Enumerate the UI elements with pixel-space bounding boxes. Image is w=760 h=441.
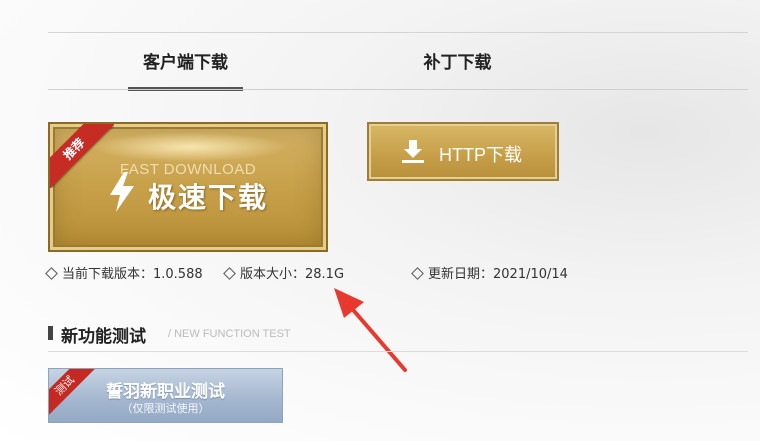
date-text: 更新日期：2021/10/14 [428, 267, 568, 282]
fast-download-label: 极速下载 [148, 181, 269, 214]
diamond-icon [45, 267, 58, 280]
section-divider [48, 351, 748, 352]
tabs-divider [48, 89, 748, 90]
button-sheen [90, 132, 290, 162]
recommend-ribbon: 推荐 [50, 124, 114, 188]
section-marker [48, 326, 53, 340]
download-icon [402, 140, 424, 163]
http-download-button[interactable]: HTTP下载 [367, 122, 559, 181]
section-title: 新功能测试 [61, 327, 146, 347]
diamond-icon [411, 267, 424, 280]
annotation-arrow [334, 288, 407, 372]
diamond-icon [223, 267, 236, 280]
test-button-title: 誓羽新职业测试 [106, 382, 225, 402]
version-text: 当前下载版本：1.0.588 [62, 267, 203, 282]
fast-download-button[interactable]: 推荐 FAST DOWNLOAD 极速下载 [48, 122, 328, 252]
date-info: 更新日期：2021/10/14 [411, 263, 568, 282]
new-job-test-button[interactable]: 测试 誓羽新职业测试 （仅限测试使用） [48, 368, 283, 423]
test-button-note: （仅限测试使用） [121, 402, 210, 415]
tab-patch-download[interactable]: 补丁下载 [400, 48, 515, 76]
bolt-icon [110, 172, 134, 212]
section-subtitle: / NEW FUNCTION TEST [168, 328, 291, 340]
top-divider [48, 32, 748, 33]
version-info: 当前下载版本：1.0.588 [45, 263, 203, 282]
tab-client-download[interactable]: 客户端下载 [128, 48, 243, 76]
recommend-badge: 推荐 [50, 124, 114, 188]
http-download-label: HTTP下载 [439, 145, 522, 165]
